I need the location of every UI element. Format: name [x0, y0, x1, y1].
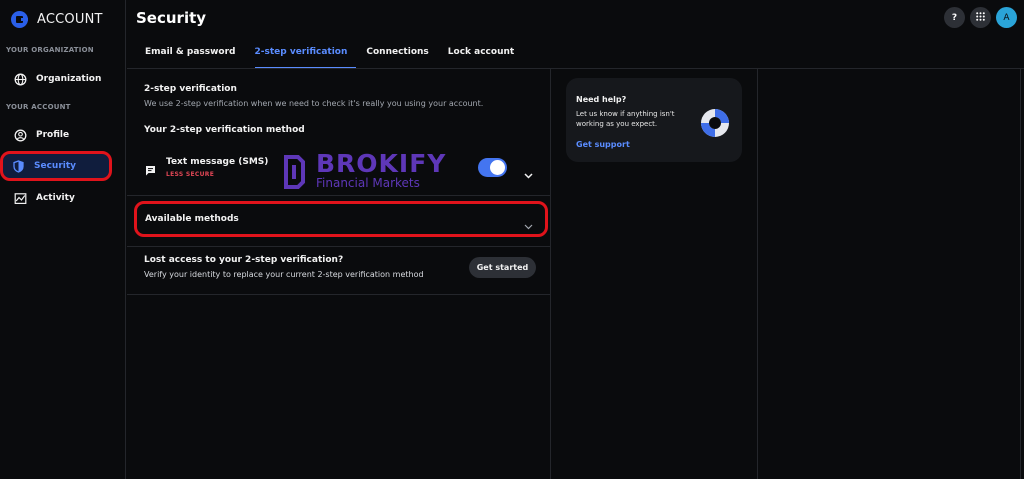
scrollbar-track[interactable]: [1020, 69, 1021, 479]
sidebar-item-profile[interactable]: Profile: [4, 122, 116, 148]
tab-2-step-verification[interactable]: 2-step verification: [254, 43, 357, 69]
sidebar-item-label: Organization: [36, 74, 102, 84]
section-description: We use 2-step verification when we need …: [144, 99, 484, 108]
help-title: Need help?: [576, 95, 627, 104]
available-methods-row[interactable]: Available methods: [134, 201, 548, 237]
less-secure-badge: LESS SECURE: [166, 171, 215, 178]
user-icon: [14, 129, 27, 142]
header-actions: ? A: [944, 7, 1017, 28]
sidebar-item-label: Activity: [36, 193, 75, 203]
sidebar-item-activity[interactable]: Activity: [4, 185, 116, 211]
brand-title: ACCOUNT: [37, 12, 103, 27]
lost-access-title: Lost access to your 2-step verification?: [144, 255, 344, 265]
sidebar-item-organization[interactable]: Organization: [4, 66, 116, 92]
tab-lock-account[interactable]: Lock account: [448, 43, 514, 69]
toggle-knob: [490, 160, 505, 175]
tab-bar: Email & password 2-step verification Con…: [136, 43, 533, 69]
brand[interactable]: ACCOUNT: [11, 11, 103, 28]
column-divider: [757, 69, 758, 479]
sidebar-item-label: Profile: [36, 130, 70, 140]
help-card: Need help? Let us know if anything isn't…: [566, 78, 742, 162]
watermark-name: BROKIFY: [316, 149, 447, 178]
avatar-initial: A: [1003, 12, 1010, 23]
avatar[interactable]: A: [996, 7, 1017, 28]
apps-button[interactable]: [970, 7, 991, 28]
globe-icon: [14, 73, 27, 86]
sms-toggle[interactable]: [478, 158, 507, 177]
get-started-button[interactable]: Get started: [469, 257, 536, 278]
sidebar-item-label: Security: [34, 161, 77, 171]
tab-email-password[interactable]: Email & password: [136, 43, 236, 69]
help-icon: ?: [951, 12, 958, 23]
activity-chart-icon: [14, 192, 27, 205]
tab-connections[interactable]: Connections: [366, 43, 428, 69]
chevron-down-icon[interactable]: [524, 215, 533, 230]
brokify-watermark: BROKIFY Financial Markets: [283, 149, 447, 190]
available-methods-label: Available methods: [145, 214, 239, 224]
tabs-divider: [127, 68, 1024, 69]
grid-icon: [976, 11, 985, 24]
method-heading: Your 2-step verification method: [144, 125, 305, 135]
watermark-subtitle: Financial Markets: [316, 176, 420, 190]
section-label-account: YOUR ACCOUNT: [6, 103, 71, 111]
chevron-down-icon[interactable]: [524, 164, 533, 179]
coinbase-logo-icon: [11, 11, 28, 28]
method-title: Text message (SMS): [166, 157, 269, 167]
lost-access-description: Verify your identity to replace your cur…: [144, 270, 424, 279]
column-divider: [550, 69, 551, 479]
section-heading: 2-step verification: [144, 84, 237, 94]
message-icon: [145, 161, 156, 176]
sidebar-item-security[interactable]: Security: [0, 151, 112, 181]
shield-icon: [12, 159, 25, 173]
get-support-link[interactable]: Get support: [576, 140, 630, 149]
section-label-organization: YOUR ORGANIZATION: [6, 46, 94, 54]
page-title: Security: [136, 9, 207, 27]
sidebar: ACCOUNT YOUR ORGANIZATION Organization Y…: [0, 0, 126, 479]
help-button[interactable]: ?: [944, 7, 965, 28]
lifebuoy-icon: [699, 107, 731, 139]
help-body: Let us know if anything isn't working as…: [576, 110, 675, 128]
brokify-logo-icon: [283, 154, 305, 189]
